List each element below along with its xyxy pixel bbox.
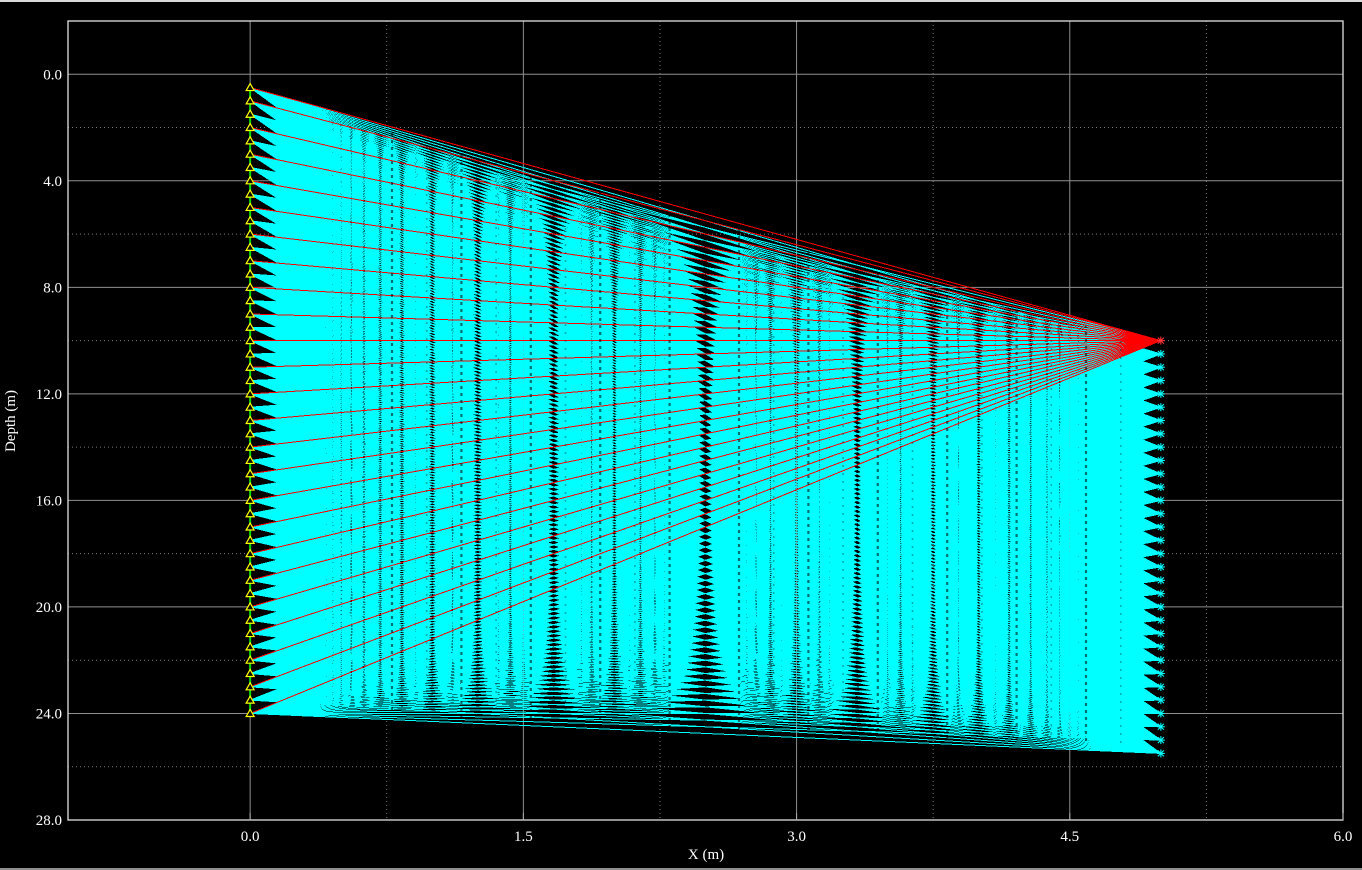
y-tick-label: 24.0 [36, 706, 62, 722]
x-tick-label: 3.0 [787, 829, 806, 845]
receiver-marker-asterisk[interactable] [1157, 616, 1165, 624]
raypath-coverage-plot[interactable]: 0.0 4.0 8.0 12.0 16.0 20.0 24.0 28.0 0.0 1.5 3.0 4.… [0, 0, 1362, 870]
y-axis-title: Depth (m) [3, 390, 19, 452]
receiver-marker-asterisk[interactable] [1157, 496, 1165, 504]
receiver-marker-asterisk[interactable] [1157, 643, 1165, 651]
receiver-marker-asterisk[interactable] [1157, 603, 1165, 611]
receiver-marker-asterisk[interactable] [1157, 630, 1165, 638]
y-tick-label: 20.0 [36, 600, 62, 616]
receiver-marker-asterisk[interactable] [1157, 350, 1165, 358]
receiver-marker-asterisk[interactable] [1157, 696, 1165, 704]
receiver-marker-asterisk[interactable] [1157, 430, 1165, 438]
receiver-marker-asterisk[interactable] [1157, 563, 1165, 571]
receiver-marker-asterisk[interactable] [1157, 550, 1165, 558]
receiver-marker-asterisk[interactable] [1157, 749, 1165, 757]
y-tick-label: 0.0 [43, 67, 62, 83]
receiver-marker-asterisk[interactable] [1157, 656, 1165, 664]
receiver-marker-asterisk[interactable] [1157, 683, 1165, 691]
receiver-marker-asterisk[interactable] [1157, 670, 1165, 678]
y-tick-label: 8.0 [43, 280, 62, 296]
x-axis-title: X (m) [688, 847, 724, 863]
source-marker-triangle[interactable] [246, 150, 254, 157]
receiver-marker-asterisk[interactable] [1157, 483, 1165, 491]
source-marker-triangle[interactable] [246, 97, 254, 104]
receiver-marker-asterisk[interactable] [1157, 456, 1165, 464]
receiver-marker-asterisk[interactable] [1157, 590, 1165, 598]
receiver-marker-asterisk[interactable] [1157, 723, 1165, 731]
receiver-marker-asterisk[interactable] [1157, 390, 1165, 398]
source-marker-triangle[interactable] [246, 217, 254, 224]
receiver-marker-asterisk[interactable] [1157, 470, 1165, 478]
receiver-marker-asterisk[interactable] [1157, 403, 1165, 411]
y-tick-label: 4.0 [43, 174, 62, 190]
source-marker-triangle[interactable] [246, 163, 254, 170]
receiver-marker-asterisk[interactable] [1157, 576, 1165, 584]
source-marker-triangle[interactable] [246, 310, 254, 317]
receiver-marker-asterisk[interactable] [1157, 443, 1165, 451]
y-tick-label: 28.0 [36, 813, 62, 829]
receiver-marker-asterisk[interactable] [1157, 523, 1165, 531]
source-marker-triangle[interactable] [246, 190, 254, 197]
source-marker-triangle[interactable] [246, 110, 254, 117]
receiver-marker-asterisk[interactable] [1157, 417, 1165, 425]
first-receiver-marker-asterisk[interactable] [1157, 337, 1165, 345]
receiver-marker-asterisk[interactable] [1157, 363, 1165, 371]
source-marker-triangle[interactable] [246, 323, 254, 330]
source-marker-triangle[interactable] [246, 243, 254, 250]
receiver-marker-asterisk[interactable] [1157, 709, 1165, 717]
x-tick-label: 0.0 [241, 829, 260, 845]
y-tick-label: 12.0 [36, 387, 62, 403]
source-marker-triangle[interactable] [246, 257, 254, 264]
application-window: 0.0 4.0 8.0 12.0 16.0 20.0 24.0 28.0 0.0 1.5 3.0 4.… [0, 0, 1362, 870]
window-top-edge [0, 0, 1362, 2]
x-tick-label: 4.5 [1060, 829, 1079, 845]
x-tick-label: 1.5 [514, 829, 533, 845]
source-marker-triangle[interactable] [246, 297, 254, 304]
source-marker-triangle[interactable] [246, 84, 254, 91]
receiver-marker-asterisk[interactable] [1157, 377, 1165, 385]
source-marker-triangle[interactable] [246, 137, 254, 144]
source-marker-triangle[interactable] [246, 203, 254, 210]
receiver-marker-asterisk[interactable] [1157, 736, 1165, 744]
source-marker-triangle[interactable] [246, 270, 254, 277]
receiver-marker-asterisk[interactable] [1157, 510, 1165, 518]
receiver-marker-asterisk[interactable] [1157, 536, 1165, 544]
y-tick-label: 16.0 [36, 493, 62, 509]
x-tick-label: 6.0 [1334, 829, 1353, 845]
